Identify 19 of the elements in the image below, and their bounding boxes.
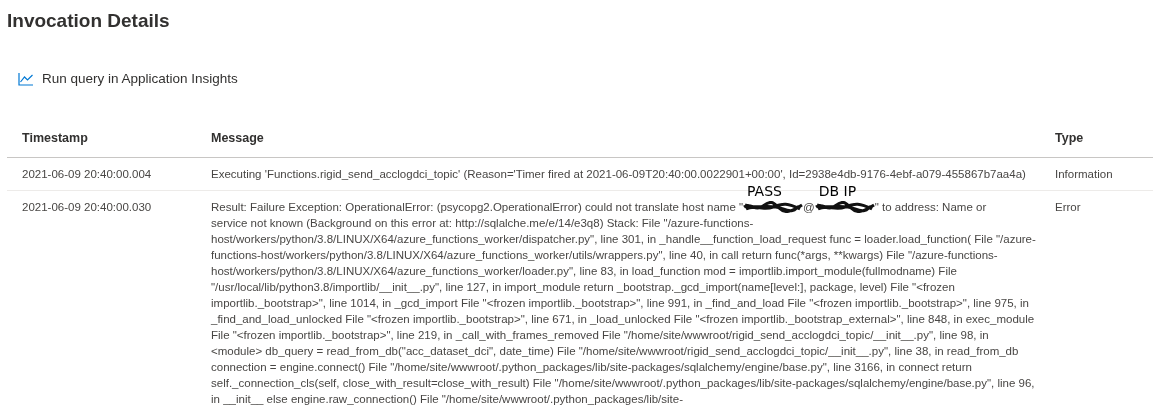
handwritten-note: PASS [747, 182, 782, 199]
page-title: Invocation Details [7, 9, 171, 33]
timestamp-text: 2021-06-09 20:40:00.030 [22, 200, 152, 213]
query-link[interactable]: Run query in Application Insights [18, 69, 238, 90]
line-chart-icon [18, 72, 34, 87]
column-header: Timestamp [7, 119, 211, 158]
message-text: service not known (Background on this error at: http://sqlalche.me/e/14/e3q8) Stack: File "/azure-functions-host/workers/python/3.8/LINUX/X64/azure_functions_worker/dispatcher.py", line 301, in _handle__function_load_request func = loader.load_function( File "/azure-functions-host/workers/python/3.8/LINUX/X64/azure_functions_worker/utils/wrappers.py", line 40, in call return func(*args, **kwargs) File "/azure-functions-host/workers/python/3.8/LINUX/X64/azure_functions_worker/loader.py", line 83, in load_function mod = importlib.import_module(fullmodname) File "/usr/local/lib/python3.8/importlib/__init__.py", line 127, in import_module return _bootstrap._gcd_import(name[level:], package, level) File "<frozen importlib._bootstrap>", line 1014, in _gcd_import File "<frozen importlib._bootstrap>", line 991, in _find_and_load File "<frozen importlib._bootstrap>", line 975, in _find_and_load_unlocked File "<frozen importlib._bootstrap>", line 671, in _load_unlocked File "<frozen importlib._bootstrap_external>", line 848, in exec_module File "<frozen importlib._bootstrap>", line 219, in _call_with_frames_removed File "/home/site/wwwroot/rigid_send_acclogdci_topic/__init__.py", line 98, in <module> db_query = read_from_db("acc_dataset_dci", date_time) File "/home/site/wwwroot/rigid_send_acclogdci_topic/__init__.py", line 38, in read_from_db connection = engine.connect() File "/home/site/wwwroot/.python_packages/lib/site-packages/sqlalchemy/engine/base.py", line 3166, in connect return self._connection_cls(self, close_with_result=close_with_result) File "/home/site/wwwroot/.python_packages/lib/site-packages/sqlalchemy/engine/base.py", line 96, in __init__ else engine.raw_connection() File "/home/site/wwwroot/.python_packages/lib/site- [211, 215, 1037, 407]
message-text: @ [803, 199, 815, 215]
column-header: Message [211, 119, 1055, 158]
type-text: Information [1055, 167, 1113, 180]
handwritten-note: DB IP [818, 182, 857, 199]
timestamp-text: 2021-06-09 20:40:00.004 [22, 167, 152, 180]
redaction-scribble [743, 200, 804, 213]
type-text: Error [1055, 200, 1081, 213]
message-text: Result: Failure Exception: OperationalError: (psycopg2.OperationalError) could not translate host name " [211, 199, 744, 215]
message-text: " to address: Name or [874, 199, 987, 215]
column-header: Type [1055, 119, 1153, 158]
message-text: Executing 'Functions.rigid_send_acclogdci_topic' (Reason='Timer fired at 2021-06-09T20:40:00.0022901+00:00', Id=2938e4db-9176-4ebf-a079-455867b7aa4a) [211, 166, 1026, 182]
redaction-scribble [814, 200, 875, 213]
